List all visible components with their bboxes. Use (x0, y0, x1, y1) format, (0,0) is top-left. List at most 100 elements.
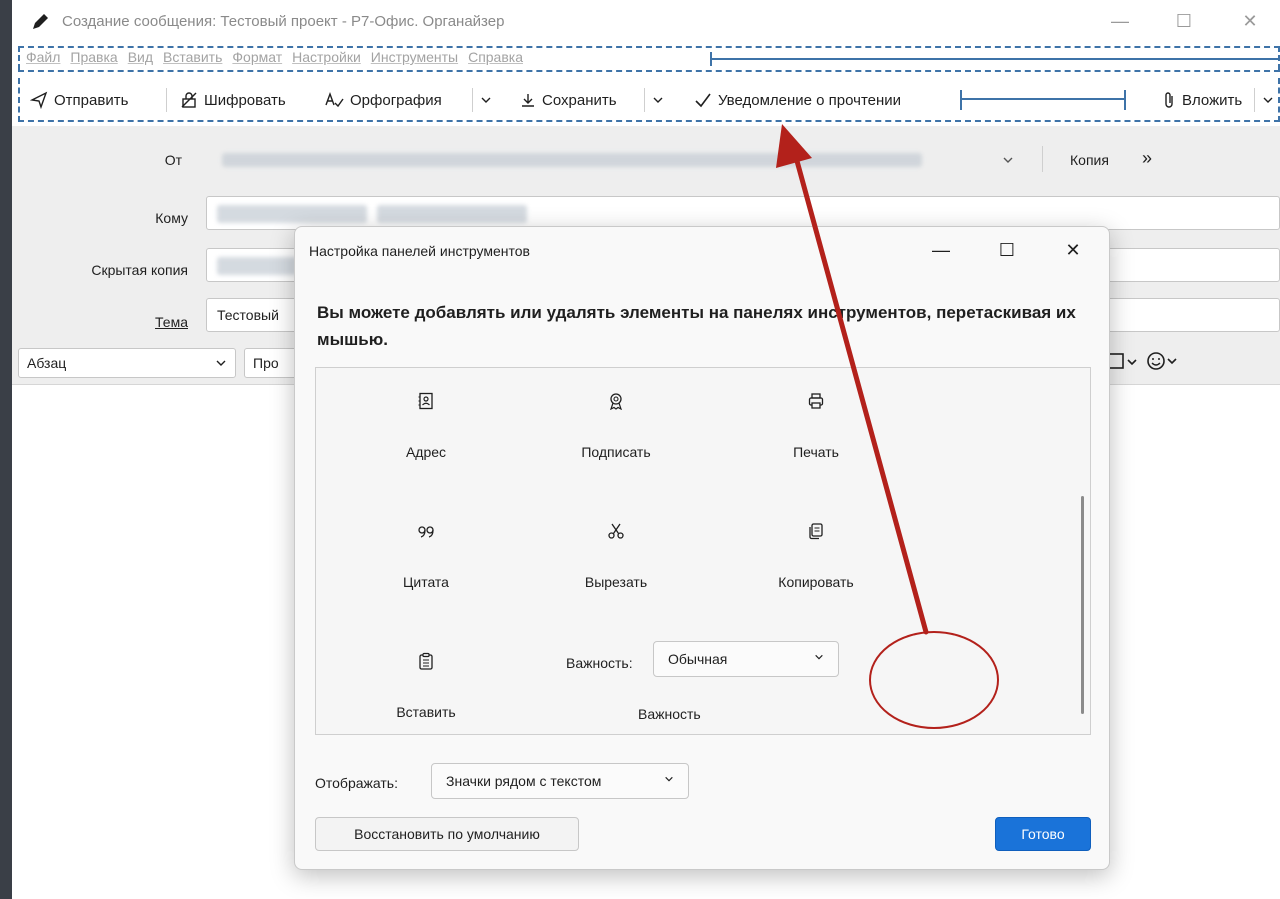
address-book-icon (418, 392, 433, 410)
menu-insert[interactable]: Вставить (159, 49, 228, 65)
copy-icon (809, 523, 823, 540)
menu-toolbar-divider (18, 70, 1280, 72)
read-receipt-label: Уведомление о прочтении (718, 91, 902, 109)
recipient-chip[interactable] (217, 205, 367, 223)
lock-off-icon (181, 92, 197, 108)
dialog-close-button[interactable]: ✕ (1051, 235, 1095, 265)
palette-item-sign[interactable]: Подписать (536, 392, 696, 460)
menu-items: Файл Правка Вид Вставить Формат Настройк… (22, 49, 529, 65)
title-bar: Создание сообщения: Тестовый проект - Р7… (12, 0, 1280, 44)
send-label: Отправить (54, 91, 129, 109)
restore-defaults-button[interactable]: Восстановить по умолчанию (315, 817, 579, 851)
dialog-title: Настройка панелей инструментов (309, 243, 530, 259)
checkmark-icon (695, 93, 711, 108)
save-label: Сохранить (542, 91, 617, 109)
palette-item-label: Вставить (396, 704, 456, 720)
background-desktop (0, 0, 12, 899)
palette-item-label: Подписать (581, 444, 651, 460)
save-button[interactable]: Сохранить (520, 84, 617, 116)
toolbar-separator (644, 88, 645, 112)
dialog-maximize-button[interactable]: ☐ (985, 235, 1029, 265)
encrypt-label: Шифровать (204, 91, 286, 109)
save-dropdown[interactable] (652, 84, 664, 116)
cut-icon (608, 523, 624, 539)
chevron-down-icon (815, 654, 823, 660)
subject-value: Тестовый (217, 307, 279, 323)
download-icon (522, 94, 534, 107)
spelling-button[interactable]: Орфография (324, 84, 442, 116)
pen-icon (33, 14, 48, 29)
palette-item-cut[interactable]: Вырезать (536, 522, 696, 590)
palette-item-print[interactable]: Печать (736, 392, 896, 460)
menu-settings[interactable]: Настройки (288, 49, 367, 65)
encrypt-button[interactable]: Шифровать (180, 84, 286, 116)
minimize-button[interactable]: — (1100, 8, 1140, 34)
more-fields-link[interactable]: » (1142, 148, 1152, 169)
palette-item-label: Адрес (405, 444, 447, 460)
dialog-minimize-button[interactable]: — (919, 235, 963, 265)
importance-select[interactable]: Обычная (653, 641, 839, 677)
to-field[interactable] (206, 196, 1280, 230)
menu-view[interactable]: Вид (124, 49, 159, 65)
toolbar-item-palette: Адрес Подписать Печать Цитата Вырезать К… (315, 367, 1091, 735)
menu-format[interactable]: Формат (228, 49, 288, 65)
dialog-instructions: Вы можете добавлять или удалять элементы… (317, 303, 1076, 349)
main-toolbar: Отправить Шифровать Орфография Сохранить… (18, 78, 1280, 122)
menu-spring-spacer[interactable] (710, 52, 1280, 66)
menu-bar: Файл Правка Вид Вставить Формат Настройк… (18, 46, 1280, 70)
chevron-down-icon (1263, 97, 1273, 103)
paragraph-format-select[interactable]: Абзац (18, 348, 236, 378)
image-insert-icon[interactable] (1108, 352, 1138, 372)
paperclip-icon (1165, 92, 1173, 108)
attach-button[interactable]: Вложить (1162, 84, 1242, 116)
send-button[interactable]: Отправить (30, 84, 128, 116)
spelling-dropdown[interactable] (480, 84, 492, 116)
palette-item-quote[interactable]: Цитата (346, 522, 506, 590)
palette-item-importance-label: Важность (638, 706, 701, 722)
paste-icon (419, 652, 433, 670)
chevron-down-icon[interactable] (1002, 154, 1014, 166)
close-button[interactable]: ✕ (1230, 8, 1270, 34)
print-icon (808, 393, 824, 409)
palette-item-label: Цитата (403, 574, 449, 590)
menu-tools[interactable]: Инструменты (367, 49, 464, 65)
palette-item-address[interactable]: Адрес (346, 392, 506, 460)
chevron-down-icon (665, 776, 673, 782)
show-mode-select[interactable]: Значки рядом с текстом (431, 763, 689, 799)
font-value: Про (253, 355, 279, 371)
cc-link[interactable]: Копия (1070, 152, 1109, 168)
subject-label: Тема (155, 314, 188, 330)
from-label: От (164, 152, 182, 168)
palette-item-paste[interactable]: Вставить (346, 652, 506, 720)
attach-dropdown[interactable] (1262, 84, 1274, 116)
chevron-down-icon (216, 360, 226, 366)
maximize-button[interactable]: ☐ (1164, 8, 1204, 34)
palette-item-label: Вырезать (584, 574, 648, 590)
spellcheck-icon (325, 91, 344, 108)
menu-help[interactable]: Справка (464, 49, 529, 65)
from-address-redacted[interactable] (222, 153, 922, 167)
recipient-chip[interactable] (217, 257, 297, 275)
palette-scrollbar[interactable] (1081, 496, 1084, 714)
toolbar-separator (472, 88, 473, 112)
done-button[interactable]: Готово (995, 817, 1091, 851)
toolbar-spring-spacer[interactable] (960, 90, 1126, 110)
emoji-icon[interactable] (1146, 350, 1180, 372)
show-mode-value: Значки рядом с текстом (446, 773, 602, 789)
palette-item-label: Копировать (778, 574, 854, 590)
recipient-chip[interactable] (377, 205, 527, 223)
menu-file[interactable]: Файл (22, 49, 66, 65)
quote-icon (418, 526, 434, 538)
bcc-label: Скрытая копия (91, 262, 188, 278)
chevron-down-icon (653, 97, 663, 103)
palette-item-label: Печать (793, 444, 839, 460)
show-mode-label: Отображать: (315, 775, 398, 791)
palette-item-copy[interactable]: Копировать (736, 522, 896, 590)
sign-icon (610, 393, 622, 410)
spelling-label: Орфография (350, 91, 442, 109)
customize-toolbar-dialog: Настройка панелей инструментов — ☐ ✕ Вы … (294, 226, 1110, 870)
window-title: Создание сообщения: Тестовый проект - Р7… (62, 13, 505, 30)
importance-field-label: Важность: (566, 655, 633, 671)
read-receipt-button[interactable]: Уведомление о прочтении (694, 84, 901, 116)
menu-edit[interactable]: Правка (66, 49, 123, 65)
